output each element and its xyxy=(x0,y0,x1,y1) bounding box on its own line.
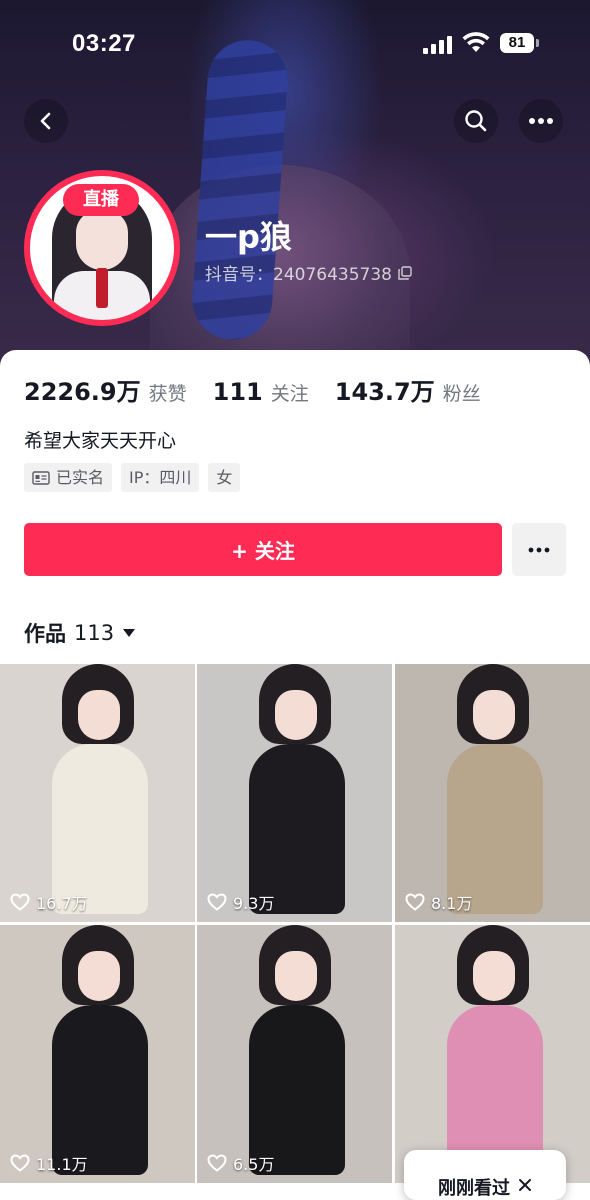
video-like-count-text: 8.1万 xyxy=(431,894,473,913)
live-badge[interactable]: 直播 xyxy=(63,184,139,216)
wifi-icon xyxy=(462,32,490,52)
profile-tags: 已实名 IP：四川 女 xyxy=(24,463,241,492)
tab-works[interactable]: 作品 113 xyxy=(24,618,136,648)
status-time: 03:27 xyxy=(72,30,136,57)
recently-viewed-label: 刚刚看过 xyxy=(438,1178,510,1199)
more-horizontal-icon xyxy=(529,118,553,124)
heart-icon xyxy=(207,893,227,911)
follow-more-button[interactable] xyxy=(512,523,566,576)
tab-works-count: 113 xyxy=(74,621,115,645)
tag-gender-label: 女 xyxy=(216,468,233,487)
following-count[interactable]: 111 xyxy=(213,378,263,406)
video-like-count-text: 16.7万 xyxy=(36,894,88,913)
video-like-count: 9.3万 xyxy=(207,890,274,914)
recently-viewed-button[interactable]: 刚刚看过 xyxy=(404,1150,566,1200)
video-like-count: 6.5万 xyxy=(207,1151,274,1175)
tag-verified-label: 已实名 xyxy=(56,468,105,487)
video-thumbnail[interactable]: 6.5万 xyxy=(197,925,392,1183)
cellular-signal-icon xyxy=(423,34,453,54)
chevron-left-icon xyxy=(40,112,51,130)
heart-icon xyxy=(207,1154,227,1172)
tag-ip-location: IP：四川 xyxy=(121,463,200,492)
following-label[interactable]: 关注 xyxy=(271,379,309,406)
search-icon xyxy=(465,110,487,132)
profile-card: 2226.9万 获赞 111 关注 143.7万 粉丝 希望大家天天开心 已实名… xyxy=(0,350,590,1184)
tag-ip-label: IP：四川 xyxy=(129,468,192,487)
video-like-count-text: 6.5万 xyxy=(233,1155,275,1174)
video-like-count-text: 11.1万 xyxy=(36,1155,88,1174)
video-like-count: 8.1万 xyxy=(405,890,472,914)
tag-verified[interactable]: 已实名 xyxy=(24,463,113,492)
search-button[interactable] xyxy=(454,99,498,143)
heart-icon xyxy=(10,1154,30,1172)
video-like-count: 11.1万 xyxy=(10,1151,88,1175)
status-bar: 03:27 81 xyxy=(0,0,590,88)
likes-count[interactable]: 2226.9万 xyxy=(24,372,141,407)
caret-down-icon xyxy=(123,629,136,637)
douyin-id[interactable]: 抖音号：24076435738 xyxy=(205,260,412,285)
profile-nickname: 一p狼 xyxy=(205,218,292,256)
followers-label[interactable]: 粉丝 xyxy=(443,379,481,406)
back-button[interactable] xyxy=(24,99,68,143)
more-horizontal-icon xyxy=(528,547,550,552)
likes-label[interactable]: 获赞 xyxy=(149,379,187,406)
tab-works-label: 作品 xyxy=(24,622,66,646)
heart-icon xyxy=(10,893,30,911)
copy-icon[interactable] xyxy=(398,265,412,280)
video-like-count: 16.7万 xyxy=(10,890,88,914)
video-thumbnail[interactable]: 11.1万 xyxy=(0,925,195,1183)
close-icon[interactable] xyxy=(518,1178,532,1192)
follow-button[interactable]: + 关注 xyxy=(24,523,502,576)
video-thumbnail[interactable]: 8.1万 xyxy=(395,664,590,922)
video-thumbnail[interactable]: 16.7万 xyxy=(0,664,195,922)
profile-stats: 2226.9万 获赞 111 关注 143.7万 粉丝 xyxy=(24,372,507,407)
followers-count[interactable]: 143.7万 xyxy=(335,372,435,407)
battery-indicator: 81 xyxy=(500,33,539,53)
more-options-button[interactable] xyxy=(519,99,563,143)
video-grid: 16.7万 9.3万 8.1万 11.1万 6.5万 xyxy=(0,664,590,1184)
heart-icon xyxy=(405,893,425,911)
profile-bio: 希望大家天天开心 xyxy=(24,430,177,452)
tag-gender: 女 xyxy=(208,463,241,492)
video-thumbnail[interactable] xyxy=(395,925,590,1183)
video-thumbnail[interactable]: 9.3万 xyxy=(197,664,392,922)
douyin-id-text: 抖音号：24076435738 xyxy=(205,265,392,285)
video-like-count-text: 9.3万 xyxy=(233,894,275,913)
id-card-icon xyxy=(32,470,50,485)
